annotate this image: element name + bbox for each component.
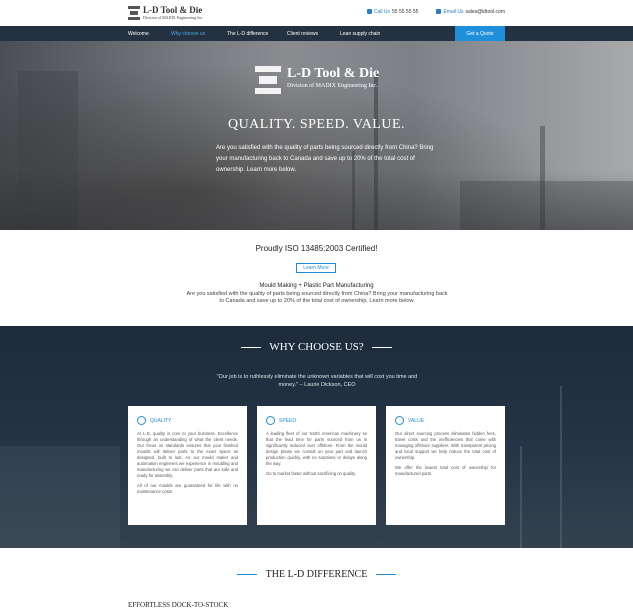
card-title: QUALITY (150, 417, 172, 424)
email-us-link[interactable]: Email Us sales@ldtool.com (436, 9, 505, 15)
speed-card: SPEED A leading fleet of our North Ameri… (257, 406, 376, 525)
why-heading: WHY CHOOSE US? (0, 340, 633, 354)
iso-text: Are you satisfied with the quality of pa… (186, 291, 448, 304)
power-tower-silhouette (560, 386, 562, 548)
contact-info: Call Us 55 55 55 55 Email Us sales@ldtool.… (366, 9, 505, 15)
hero-logo-name: L-D Tool & Die (287, 66, 380, 81)
logo-mark-icon (128, 6, 140, 20)
difference-subtitle: EFFORTLESS DOCK-TO-STOCK (128, 601, 229, 609)
email-us-label: Email Us (443, 9, 464, 15)
hero-logo-subtitle: Division of MADIX Engineering Inc. (287, 83, 378, 89)
card-text: All of our moulds are guaranteed for lif… (137, 483, 238, 494)
hero-logo: L-D Tool & Die Division of MADIX Enginee… (255, 66, 379, 94)
nav-item-why-choose-us[interactable]: Why choose us (171, 26, 227, 41)
card-title: SPEED (279, 417, 296, 424)
card-title: VALUE (408, 417, 425, 424)
call-us-link[interactable]: Call Us 55 55 55 55 (366, 9, 419, 15)
main-nav: Welcome Why choose us The L-D difference… (0, 26, 633, 41)
card-text: A leading fleet of our North American ma… (266, 431, 367, 466)
hero-text: Are you satisfied with the quality of pa… (216, 145, 434, 173)
value-card: VALUE Our direct sourcing process elimin… (386, 406, 505, 525)
quality-icon (137, 416, 146, 425)
nav-item-welcome[interactable]: Welcome (128, 26, 171, 41)
power-tower-silhouette (520, 446, 522, 548)
quality-card: QUALITY At L-D, quality is core to your … (128, 406, 247, 525)
why-title: WHY CHOOSE US? (269, 341, 364, 353)
logo-subtitle: Division of MADIX Engineering Inc. (143, 15, 204, 20)
get-quote-button[interactable]: Get a Quote (455, 26, 505, 41)
nav-item-lean-supply-chain[interactable]: Lean supply chain (340, 26, 400, 41)
value-icon (395, 416, 404, 425)
phone-icon (366, 9, 372, 15)
call-us-label: Call Us (373, 9, 391, 15)
heading-divider (236, 573, 257, 575)
card-text: We offer the lowest total cost of owners… (395, 465, 496, 476)
iso-subtitle: Mould Making + Plastic Part Manufacturin… (259, 283, 374, 289)
hero-title: QUALITY. SPEED. VALUE. (227, 117, 406, 132)
speed-icon (266, 416, 275, 425)
tank-silhouette (0, 446, 120, 548)
top-bar: L-D Tool & Die Division of MADIX Enginee… (0, 0, 633, 26)
heading-divider (376, 573, 397, 575)
difference-heading: THE L-D DIFFERENCE (0, 567, 633, 581)
card-text: Go to market faster without sacrificing … (266, 471, 356, 476)
iso-certified-heading: Proudly ISO 13485:2003 Certified! (255, 244, 378, 253)
nav-item-client-reviews[interactable]: Client reviews (287, 26, 340, 41)
heading-divider (241, 346, 262, 348)
hero-logo-mark-icon (255, 66, 281, 94)
heading-divider (371, 346, 392, 348)
nav-item-difference[interactable]: The L-D difference (227, 26, 287, 41)
difference-title: THE L-D DIFFERENCE (265, 568, 368, 580)
ceo-quote: "Our job is to ruthlessly eliminate the … (216, 374, 418, 388)
email-icon (436, 9, 442, 15)
learn-more-button[interactable]: Learn More (296, 263, 336, 273)
phone-number: 55 55 55 55 (392, 9, 419, 15)
site-logo[interactable]: L-D Tool & Die Division of MADIX Enginee… (128, 4, 203, 22)
email-address: sales@ldtool.com (465, 9, 505, 15)
card-text: At L-D, quality is core to your business… (137, 431, 238, 478)
logo-name: L-D Tool & Die (143, 5, 203, 15)
card-text: Our direct sourcing process eliminates h… (395, 431, 496, 460)
